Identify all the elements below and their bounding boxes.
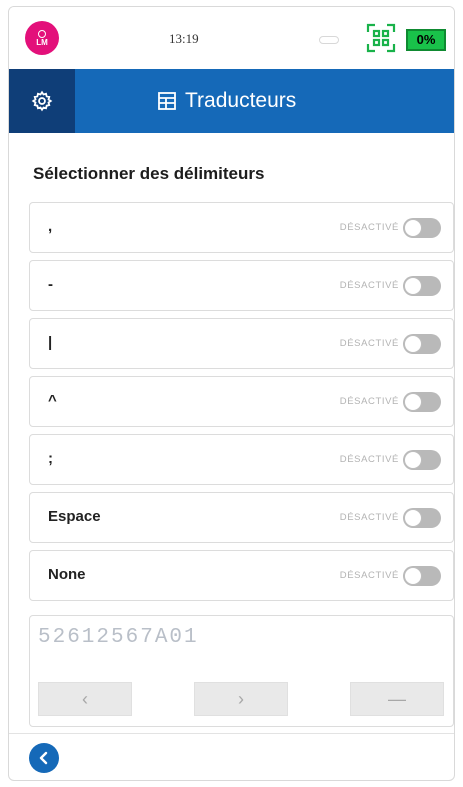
link-icon bbox=[319, 36, 339, 44]
title-text: Traducteurs bbox=[185, 89, 297, 112]
delimiter-item-dash[interactable]: - DÉSACTIVÉ bbox=[29, 260, 454, 311]
clock: 13:19 bbox=[169, 31, 199, 46]
translator-icon bbox=[158, 92, 176, 110]
avatar-initials: LM bbox=[36, 37, 48, 47]
delimiter-label: None bbox=[48, 566, 86, 583]
toggle-state-label: DÉSACTIVÉ bbox=[339, 396, 399, 407]
toggle-switch[interactable] bbox=[403, 508, 441, 528]
delimiter-label: ^ bbox=[48, 392, 57, 409]
toggle-knob bbox=[404, 567, 422, 585]
chevron-right-icon: › bbox=[238, 688, 244, 709]
app-frame: LM 13:19 0% Traducteurs Sélectionner des… bbox=[8, 6, 455, 781]
toggle-switch[interactable] bbox=[403, 334, 441, 354]
delimiter-item-caret[interactable]: ^ DÉSACTIVÉ bbox=[29, 376, 454, 427]
delimiter-label: - bbox=[48, 276, 53, 293]
toggle-knob bbox=[404, 451, 422, 469]
person-icon bbox=[38, 29, 46, 38]
app-header: Traducteurs bbox=[9, 69, 454, 133]
toggle-knob bbox=[404, 335, 422, 353]
gear-icon bbox=[31, 90, 53, 112]
toggle-knob bbox=[404, 509, 422, 527]
separator-button[interactable]: — bbox=[350, 682, 444, 716]
toggle-switch[interactable] bbox=[403, 276, 441, 296]
toggle-switch[interactable] bbox=[403, 450, 441, 470]
delimiter-item-pipe[interactable]: | DÉSACTIVÉ bbox=[29, 318, 454, 369]
toggle-switch[interactable] bbox=[403, 392, 441, 412]
footer-divider bbox=[9, 733, 454, 734]
previous-button[interactable]: ‹ bbox=[38, 682, 132, 716]
toggle-state-label: DÉSACTIVÉ bbox=[339, 570, 399, 581]
next-button[interactable]: › bbox=[194, 682, 288, 716]
toggle-state-label: DÉSACTIVÉ bbox=[339, 222, 399, 233]
settings-button[interactable] bbox=[9, 69, 75, 133]
toggle-switch[interactable] bbox=[403, 566, 441, 586]
status-bar: LM 13:19 0% bbox=[9, 7, 454, 69]
delimiter-item-semicolon[interactable]: ; DÉSACTIVÉ bbox=[29, 434, 454, 485]
toggle-state-label: DÉSACTIVÉ bbox=[339, 338, 399, 349]
delimiter-list: , DÉSACTIVÉ - DÉSACTIVÉ | DÉSACTIVÉ ^ DÉ… bbox=[29, 202, 454, 608]
toggle-knob bbox=[404, 219, 422, 237]
delimiter-label: | bbox=[48, 334, 53, 351]
toggle-knob bbox=[404, 393, 422, 411]
toggle-state-label: DÉSACTIVÉ bbox=[339, 454, 399, 465]
toggle-knob bbox=[404, 277, 422, 295]
toggle-state-label: DÉSACTIVÉ bbox=[339, 280, 399, 291]
avatar[interactable]: LM bbox=[25, 21, 59, 55]
toggle-switch[interactable] bbox=[403, 218, 441, 238]
preview-panel: 52612567A01 ‹ › — bbox=[29, 615, 454, 727]
preview-value: 52612567A01 bbox=[38, 626, 199, 649]
delimiter-item-comma[interactable]: , DÉSACTIVÉ bbox=[29, 202, 454, 253]
delimiter-label: Espace bbox=[48, 508, 101, 525]
battery-indicator: 0% bbox=[406, 29, 446, 51]
delimiter-item-space[interactable]: Espace DÉSACTIVÉ bbox=[29, 492, 454, 543]
back-button[interactable] bbox=[29, 743, 59, 773]
chevron-left-icon: ‹ bbox=[82, 688, 88, 709]
dash-icon: — bbox=[388, 688, 406, 709]
toggle-state-label: DÉSACTIVÉ bbox=[339, 512, 399, 523]
section-title: Sélectionner des délimiteurs bbox=[33, 164, 265, 183]
delimiter-label: , bbox=[48, 218, 53, 235]
page-title: Traducteurs bbox=[157, 89, 296, 113]
chevron-left-icon bbox=[39, 751, 48, 765]
delimiter-label: ; bbox=[48, 450, 53, 467]
delimiter-item-none[interactable]: None DÉSACTIVÉ bbox=[29, 550, 454, 601]
qr-code-icon[interactable] bbox=[366, 23, 396, 53]
